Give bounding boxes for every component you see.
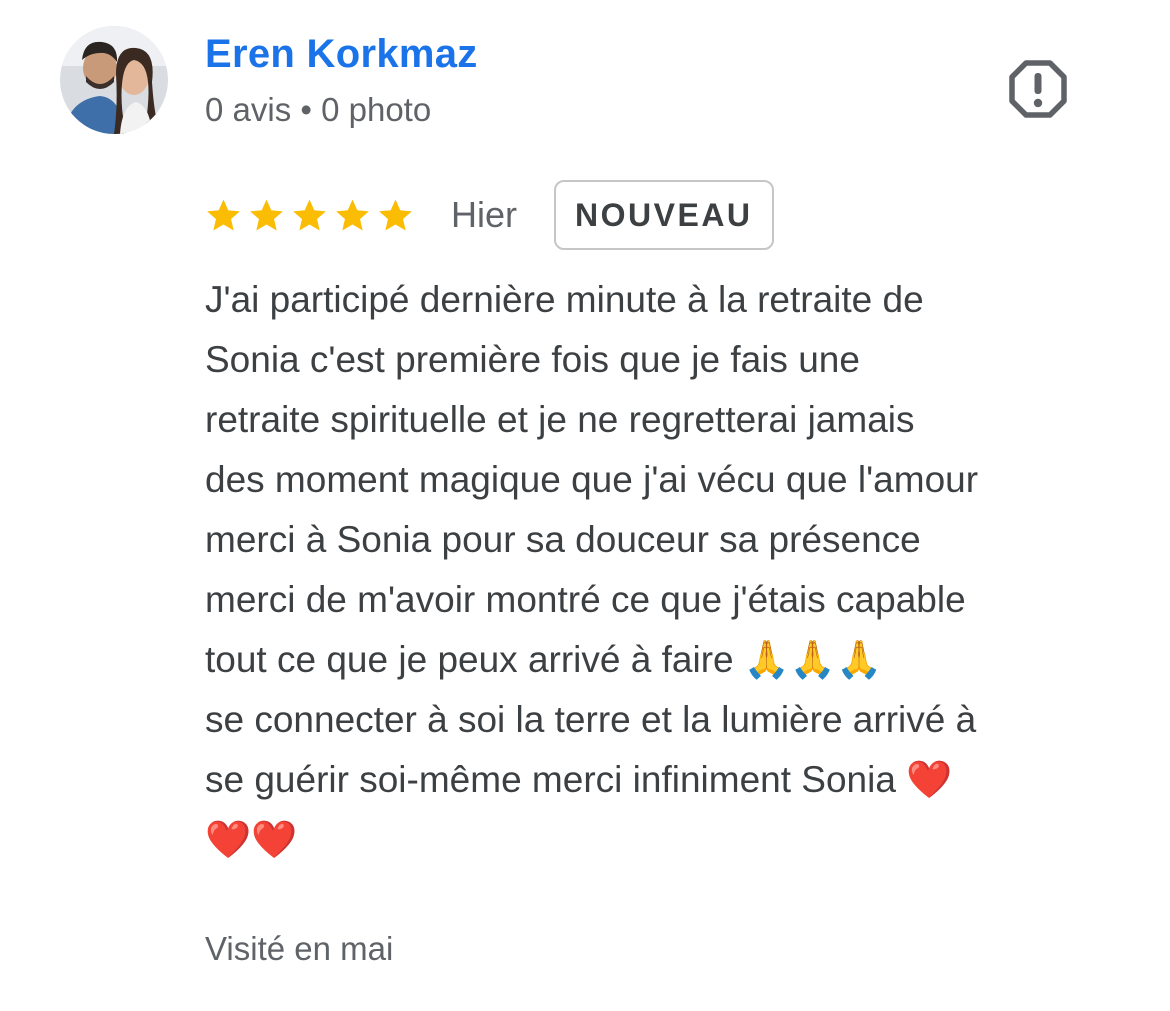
star-icon (336, 198, 369, 230)
report-review-button[interactable] (1006, 57, 1070, 121)
reviewer-stats: 0 avis • 0 photo (205, 91, 432, 128)
review-line: merci de m'avoir montré ce que j'étais c… (205, 579, 966, 620)
star-icon (293, 198, 326, 230)
visit-date: Visité en mai (205, 930, 394, 967)
reviewer-name[interactable]: Eren Korkmaz (205, 28, 478, 80)
star-icon (250, 198, 283, 230)
review-line: retraite spirituelle et je ne regrettera… (205, 399, 915, 440)
review-text: J'ai participé dernière minute à la retr… (205, 270, 1135, 870)
review-line: ❤️❤️ (205, 819, 298, 860)
review-line: tout ce que je peux arrivé à faire 🙏🙏🙏 (205, 639, 883, 680)
star-icon (379, 198, 412, 230)
avatar[interactable] (60, 26, 168, 134)
review-line: J'ai participé dernière minute à la retr… (205, 279, 924, 320)
review-date: Hier (451, 194, 518, 235)
review-line: se connecter à soi la terre et la lumièr… (205, 699, 977, 740)
review-line: merci à Sonia pour sa douceur sa présenc… (205, 519, 921, 560)
report-flag-icon (1009, 60, 1067, 118)
rating-row: Hier NOUVEAU (205, 178, 774, 252)
review-line: Sonia c'est première fois que je fais un… (205, 339, 860, 380)
review-line: se guérir soi-même merci infiniment Soni… (205, 759, 953, 800)
star-rating (205, 197, 414, 234)
star-icon (207, 198, 240, 230)
review-line: des moment magique que j'ai vécu que l'a… (205, 459, 979, 500)
new-badge: NOUVEAU (554, 180, 774, 250)
